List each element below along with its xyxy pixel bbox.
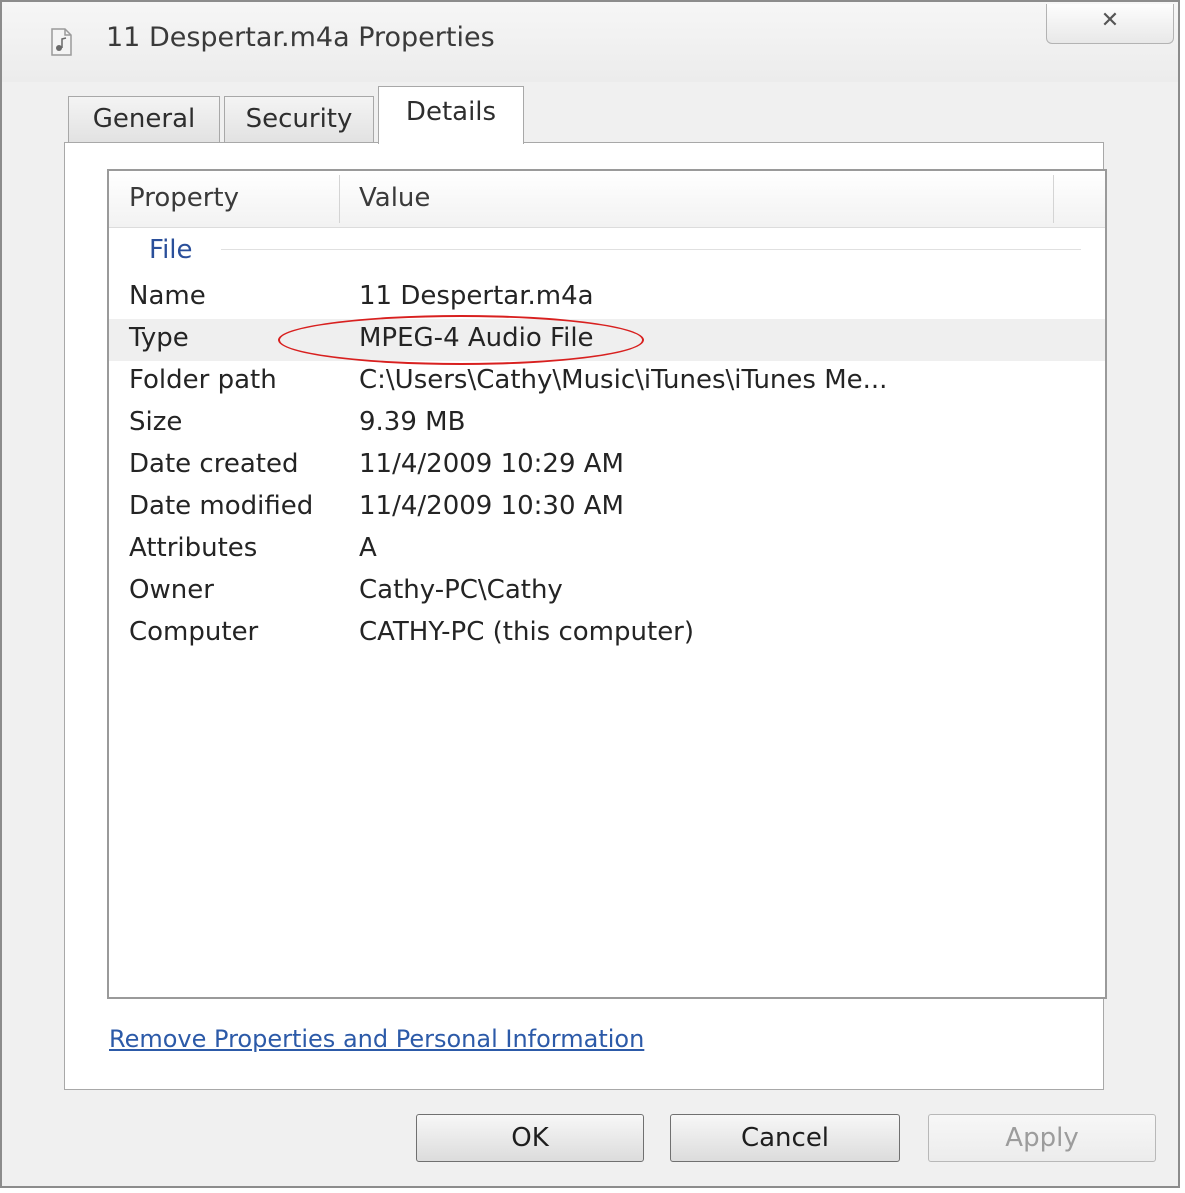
column-header-property[interactable]: Property	[129, 183, 239, 213]
tab-security[interactable]: Security	[224, 96, 374, 142]
property-value: 11 Despertar.m4a	[359, 281, 594, 311]
table-row[interactable]: Name 11 Despertar.m4a	[109, 277, 1105, 319]
apply-button-disabled[interactable]: Apply	[928, 1114, 1156, 1162]
table-row-selected[interactable]: Type MPEG-4 Audio File	[109, 319, 1105, 361]
close-button[interactable]: ✕	[1046, 4, 1174, 44]
property-rows: Name 11 Despertar.m4a Type MPEG-4 Audio …	[109, 277, 1105, 655]
property-value: 9.39 MB	[359, 407, 466, 437]
remove-properties-link[interactable]: Remove Properties and Personal Informati…	[109, 1025, 644, 1053]
table-row[interactable]: Owner Cathy-PC\Cathy	[109, 571, 1105, 613]
table-row[interactable]: Folder path C:\Users\Cathy\Music\iTunes\…	[109, 361, 1105, 403]
details-tab-panel: Property Value File Name 11 Despertar.m4…	[64, 142, 1107, 1090]
group-divider	[221, 249, 1081, 250]
property-name: Date modified	[129, 491, 314, 521]
tab-details[interactable]: Details	[378, 86, 524, 144]
property-list[interactable]: Property Value File Name 11 Despertar.m4…	[107, 169, 1107, 999]
table-row[interactable]: Size 9.39 MB	[109, 403, 1105, 445]
properties-dialog: 11 Despertar.m4a Properties ✕ General Se…	[0, 0, 1180, 1188]
table-row[interactable]: Computer CATHY-PC (this computer)	[109, 613, 1105, 655]
property-value: 11/4/2009 10:30 AM	[359, 491, 624, 521]
ok-button[interactable]: OK	[416, 1114, 644, 1162]
column-header: Property Value	[109, 171, 1105, 228]
cancel-button[interactable]: Cancel	[670, 1114, 900, 1162]
column-separator[interactable]	[1053, 175, 1054, 223]
property-name: Attributes	[129, 533, 258, 563]
property-name: Name	[129, 281, 206, 311]
window-title: 11 Despertar.m4a Properties	[106, 22, 495, 53]
property-name: Type	[129, 323, 189, 353]
close-icon: ✕	[1100, 8, 1120, 33]
group-label-file: File	[149, 235, 193, 265]
table-row[interactable]: Attributes A	[109, 529, 1105, 571]
property-value: 11/4/2009 10:29 AM	[359, 449, 624, 479]
tab-general[interactable]: General	[68, 96, 220, 142]
property-name: Owner	[129, 575, 214, 605]
property-value: A	[359, 533, 377, 563]
property-name: Date created	[129, 449, 299, 479]
property-value: MPEG-4 Audio File	[359, 323, 594, 353]
column-header-value[interactable]: Value	[359, 183, 430, 213]
title-bar[interactable]: 11 Despertar.m4a Properties ✕	[2, 2, 1178, 82]
property-name: Size	[129, 407, 183, 437]
table-row[interactable]: Date modified 11/4/2009 10:30 AM	[109, 487, 1105, 529]
property-name: Computer	[129, 617, 259, 647]
property-name: Folder path	[129, 365, 277, 395]
property-value: C:\Users\Cathy\Music\iTunes\iTunes Me...	[359, 365, 888, 395]
column-separator[interactable]	[339, 175, 340, 223]
property-value: Cathy-PC\Cathy	[359, 575, 563, 605]
table-row[interactable]: Date created 11/4/2009 10:29 AM	[109, 445, 1105, 487]
property-value: CATHY-PC (this computer)	[359, 617, 695, 647]
audio-file-icon	[51, 28, 72, 56]
